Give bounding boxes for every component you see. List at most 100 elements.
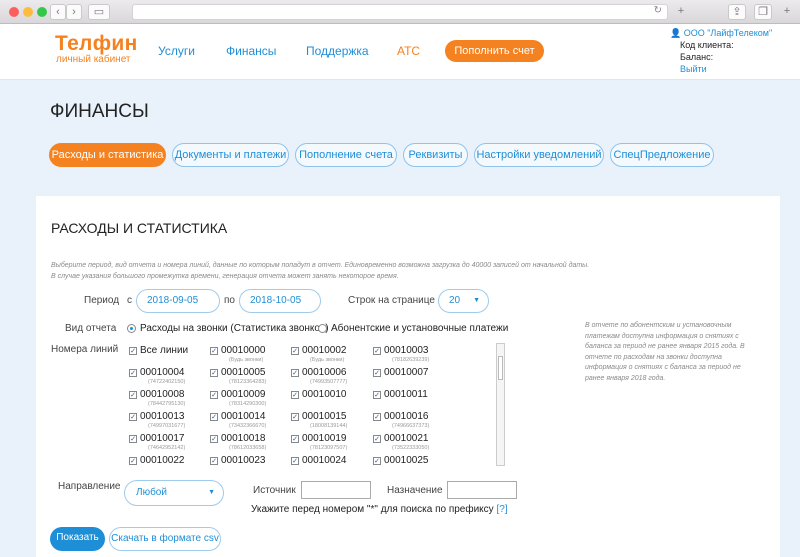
checkbox[interactable]: ✓ — [373, 391, 381, 399]
date-from-input[interactable]: 2018-09-05 — [136, 289, 220, 313]
logout-link[interactable]: Выйти — [680, 64, 707, 74]
line-phone: (78442795130) — [148, 401, 186, 407]
download-csv-button[interactable]: Скачать в формате csv — [109, 527, 221, 551]
checkbox[interactable]: ✓ — [129, 391, 137, 399]
checkbox[interactable]: ✓ — [210, 391, 218, 399]
line-phone: (73522333050) — [392, 445, 430, 451]
chevron-down-icon: ▼ — [473, 297, 480, 304]
minimize-window-icon[interactable] — [23, 7, 33, 17]
source-input[interactable] — [301, 481, 371, 499]
line-phone: (Будь звонки) — [229, 357, 264, 363]
checkbox[interactable]: ✓ — [210, 435, 218, 443]
lines-list: ✓ Все линии ✓ 00010000 (Будь звонки) ✓ 0001000… — [124, 341, 506, 468]
line-number: 00010019 — [302, 433, 347, 444]
user-icon: 👤 — [670, 28, 682, 38]
side-note: В отчете по абонентским и установочным п… — [585, 322, 745, 382]
reload-icon[interactable]: ↻ — [654, 5, 662, 16]
section-title: РАСХОДЫ И СТАТИСТИКА — [51, 220, 228, 236]
line-number: 00010008 — [140, 389, 185, 400]
lines-label: Номера линий — [51, 344, 119, 355]
checkbox[interactable]: ✓ — [291, 413, 299, 421]
account-company-name[interactable]: ООО "ЛайфТелеком" — [684, 28, 772, 38]
checkbox[interactable]: ✓ — [291, 457, 299, 465]
address-bar[interactable]: ↻ — [132, 4, 668, 20]
checkbox[interactable]: ✓ — [210, 347, 218, 355]
destination-label: Назначение — [387, 485, 443, 496]
back-icon[interactable]: ‹ — [50, 4, 66, 20]
line-number: 00010021 — [384, 433, 429, 444]
checkbox[interactable]: ✓ — [129, 413, 137, 421]
checkbox[interactable]: ✓ — [373, 457, 381, 465]
line-number: 00010002 — [302, 345, 347, 356]
browser-toolbar: ‹ › ▭ ↻ + ⇪ ❐ + — [0, 0, 800, 24]
rows-per-page-select[interactable]: 20 ▼ — [438, 289, 489, 313]
checkbox[interactable]: ✓ — [291, 347, 299, 355]
tab-requisites[interactable]: Реквизиты — [403, 143, 468, 167]
checkbox[interactable]: ✓ — [373, 435, 381, 443]
add-tab-icon[interactable]: + — [676, 4, 686, 20]
tab-documents[interactable]: Документы и платежи — [172, 143, 289, 167]
close-window-icon[interactable] — [9, 7, 19, 17]
checkbox[interactable]: ✓ — [210, 457, 218, 465]
checkbox[interactable]: ✓ — [373, 347, 381, 355]
client-code-label: Код клиента: — [680, 40, 734, 50]
nav-pbx[interactable]: АТС — [397, 44, 420, 58]
checkbox[interactable]: ✓ — [373, 369, 381, 377]
direction-value: Любой — [136, 487, 167, 498]
date-to-input[interactable]: 2018-10-05 — [239, 289, 321, 313]
report-payments-radio[interactable] — [318, 324, 327, 333]
period-label: Период — [84, 295, 120, 306]
rows-per-page-label: Строк на странице — [348, 295, 435, 306]
tab-expenses[interactable]: Расходы и статистика — [49, 143, 166, 167]
show-button[interactable]: Показать — [50, 527, 105, 551]
share-icon[interactable]: ⇪ — [728, 4, 746, 20]
lines-scrollbar-thumb[interactable] — [498, 356, 503, 380]
report-payments-label[interactable]: Абонентские и установочные платежи — [331, 323, 508, 334]
nav-finance[interactable]: Финансы — [226, 44, 276, 58]
line-phone: (78123364283) — [229, 379, 267, 385]
tab-notifications[interactable]: Настройки уведомлений — [474, 143, 604, 167]
checkbox[interactable]: ✓ — [129, 435, 137, 443]
report-type-label: Вид отчета — [65, 323, 117, 334]
prefix-help-link[interactable]: [?] — [496, 504, 507, 515]
line-number: 00010010 — [302, 389, 347, 400]
checkbox[interactable]: ✓ — [129, 369, 137, 377]
nav-support[interactable]: Поддержка — [306, 44, 369, 58]
checkbox[interactable]: ✓ — [373, 413, 381, 421]
period-to-label: по — [224, 295, 235, 306]
line-number: 00010017 — [140, 433, 185, 444]
zoom-window-icon[interactable] — [37, 7, 47, 17]
sidebar-icon[interactable]: ▭ — [88, 4, 110, 20]
forward-icon[interactable]: › — [66, 4, 82, 20]
tabs-overview-icon[interactable]: ❐ — [754, 4, 772, 20]
line-number: 00010009 — [221, 389, 266, 400]
line-number: Все линии — [140, 345, 189, 356]
lines-scrollbar[interactable] — [496, 343, 505, 466]
new-tab-icon[interactable]: + — [778, 4, 796, 20]
line-number: 00010014 — [221, 411, 266, 422]
line-phone: (73432366670) — [229, 423, 267, 429]
checkbox[interactable]: ✓ — [291, 369, 299, 377]
topup-button[interactable]: Пополнить счет — [445, 40, 544, 62]
report-calls-label[interactable]: Расходы на звонки (Статистика звонков) — [140, 323, 329, 334]
tab-topup[interactable]: Пополнение счета — [295, 143, 397, 167]
nav-services[interactable]: Услуги — [158, 44, 195, 58]
account-company[interactable]: 👤 ООО "ЛайфТелеком" — [670, 28, 772, 39]
destination-input[interactable] — [447, 481, 517, 499]
logo-title[interactable]: Телфин — [55, 32, 138, 56]
line-phone: (74966637373) — [392, 423, 430, 429]
rows-per-page-value: 20 — [449, 295, 461, 306]
tab-special-offer[interactable]: СпецПредложение — [610, 143, 714, 167]
checkbox[interactable]: ✓ — [291, 391, 299, 399]
report-calls-radio[interactable] — [127, 324, 136, 333]
line-phone: (18008139144) — [310, 423, 348, 429]
checkbox[interactable]: ✓ — [129, 347, 137, 355]
section-description: Выберите период, вид отчета и номера лин… — [51, 262, 590, 280]
checkbox[interactable]: ✓ — [291, 435, 299, 443]
line-number: 00010004 — [140, 367, 185, 378]
checkbox[interactable]: ✓ — [210, 413, 218, 421]
line-phone: (78123097507) — [310, 445, 348, 451]
checkbox[interactable]: ✓ — [210, 369, 218, 377]
checkbox[interactable]: ✓ — [129, 457, 137, 465]
direction-select[interactable]: Любой ▼ — [124, 480, 224, 506]
